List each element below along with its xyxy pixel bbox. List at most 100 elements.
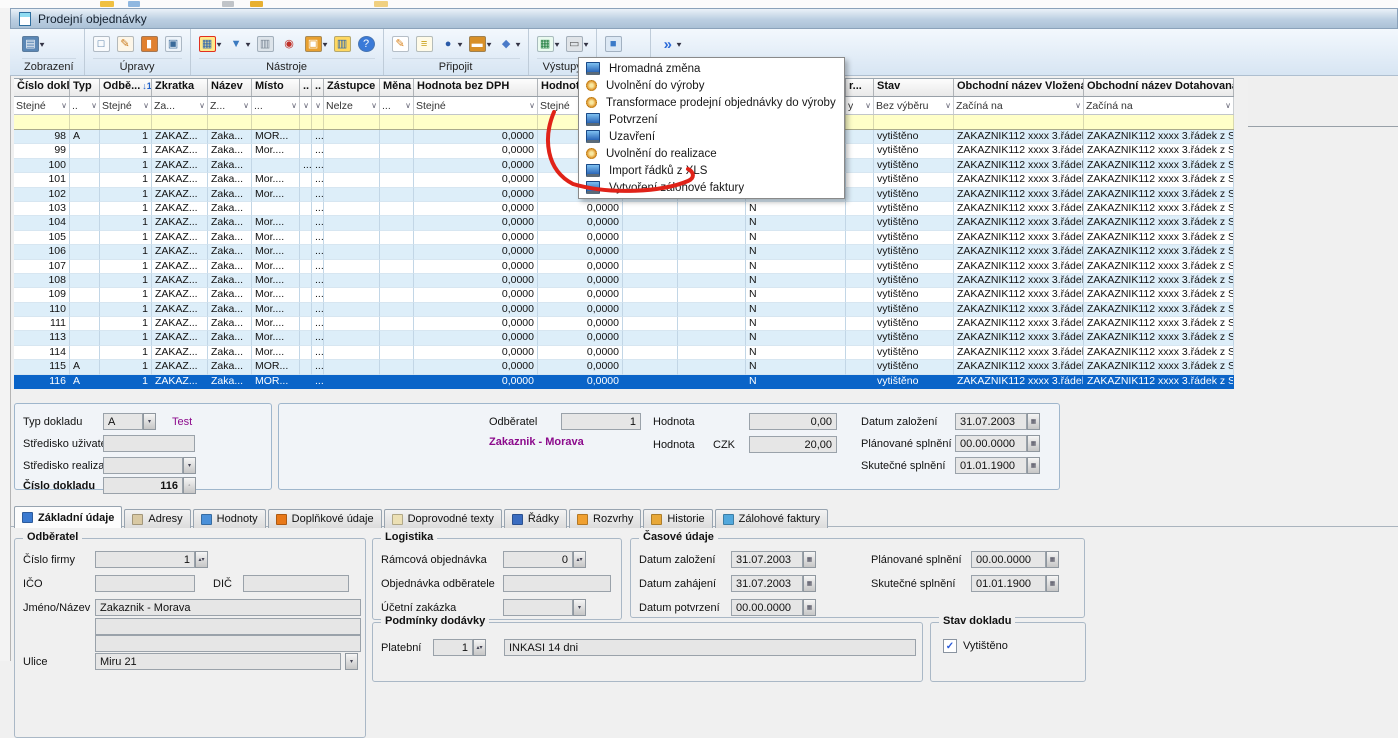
column-header[interactable]: .. (312, 79, 324, 96)
skutecne-splneni2-field[interactable]: 01.01.1900 (971, 575, 1046, 592)
quickfilter-cell[interactable] (324, 115, 380, 129)
quickfilter-cell[interactable] (846, 115, 874, 129)
datum-zahajeni-field[interactable]: 31.07.2003 (731, 575, 803, 592)
table-row[interactable]: 1101ZAKAZ...Zaka...Mor.......0,00000,000… (14, 303, 1234, 317)
dic-field[interactable] (243, 575, 349, 592)
planovane-splneni2-field[interactable]: 00.00.0000 (971, 551, 1046, 568)
custom-button[interactable]: ■ (605, 36, 622, 52)
column-filter-dropdown[interactable]: ...∨ (380, 97, 414, 114)
list-button[interactable]: ≡ (416, 36, 433, 52)
datum-zalozeni2-field[interactable]: 31.07.2003 (731, 551, 803, 568)
delete-document-button[interactable]: ▮ (141, 36, 158, 52)
calendar-button[interactable]: ▦ (1027, 435, 1040, 452)
column-header[interactable]: Typ (70, 79, 100, 96)
column-filter-dropdown[interactable]: ...∨ (252, 97, 300, 114)
quickfilter-cell[interactable] (14, 115, 70, 129)
globe-button[interactable]: ●▾ (440, 36, 462, 52)
stamp-button[interactable]: ◆▾ (498, 36, 520, 52)
quickfilter-cell[interactable] (300, 115, 312, 129)
settings-active-button[interactable]: ▦▾ (199, 36, 221, 52)
attach-button[interactable]: ▥ (257, 36, 274, 52)
package-button[interactable]: ▣▾ (305, 36, 327, 52)
calendar-button[interactable]: ▦ (1027, 413, 1040, 430)
column-filter-dropdown[interactable]: Z...∨ (208, 97, 252, 114)
quickfilter-cell[interactable] (414, 115, 538, 129)
stredisko-realizace-button[interactable]: ▾ (183, 457, 196, 474)
column-filter-dropdown[interactable]: Za...∨ (152, 97, 208, 114)
tab-doprovodn-texty[interactable]: Doprovodné texty (384, 509, 502, 528)
quickfilter-cell[interactable] (874, 115, 954, 129)
ucetni-zakazka-field[interactable] (503, 599, 573, 616)
column-header[interactable]: Zkratka (152, 79, 208, 96)
table-row[interactable]: 1131ZAKAZ...Zaka...Mor.......0,00000,000… (14, 331, 1234, 345)
edit-document-button[interactable]: ✎ (117, 36, 134, 52)
column-filter-dropdown[interactable]: Začíná na∨ (954, 97, 1084, 114)
menu-item-uzav-en[interactable]: Uzavření (579, 128, 844, 145)
menu-item-transformace-prodejn-objedn-vky-do-v-roby[interactable]: Transformace prodejní objednávky do výro… (579, 94, 844, 111)
stredisko-realizace-field[interactable] (103, 457, 183, 474)
column-filter-dropdown[interactable]: Stejné∨ (14, 97, 70, 114)
menu-item-uvoln-n-do-realizace[interactable]: Uvolnění do realizace (579, 145, 844, 162)
tab-rozvrhy[interactable]: Rozvrhy (569, 509, 641, 528)
column-header[interactable]: Hodnota bez DPH (414, 79, 538, 96)
menu-item-uvoln-n-do-v-roby[interactable]: Uvolnění do výroby (579, 77, 844, 94)
menu-item-import-dk-z-xls[interactable]: Import řádků z XLS (579, 162, 844, 179)
column-header[interactable]: .. (300, 79, 312, 96)
calendar-button[interactable]: ▦ (1046, 551, 1059, 568)
column-filter-dropdown[interactable]: Nelze∨ (324, 97, 380, 114)
column-filter-dropdown[interactable]: Začíná na∨ (1084, 97, 1234, 114)
quickfilter-cell[interactable] (252, 115, 300, 129)
quickfilter-cell[interactable] (152, 115, 208, 129)
table-row[interactable]: 1141ZAKAZ...Zaka...Mor.......0,00000,000… (14, 346, 1234, 360)
calendar-button[interactable]: ▦ (803, 575, 816, 592)
calendar-button[interactable]: ▦ (1027, 457, 1040, 474)
calendar-button[interactable]: ▦ (803, 599, 816, 616)
view-button[interactable]: ▤▾ (22, 36, 44, 52)
stredisko-uzivatele-field[interactable] (103, 435, 195, 452)
more-actions-button[interactable]: »▾ (659, 36, 681, 52)
ulice-field[interactable]: Miru 21 (95, 653, 341, 670)
print-button[interactable]: ▭▾ (566, 36, 588, 52)
table-row[interactable]: 1061ZAKAZ...Zaka...Mor.......0,00000,000… (14, 245, 1234, 259)
platebni-field[interactable]: 1 (433, 639, 473, 656)
tab-dky[interactable]: Řádky (504, 509, 567, 528)
column-filter-dropdown[interactable]: ∨ (312, 97, 324, 114)
column-header[interactable]: Název (208, 79, 252, 96)
menu-item-hromadn-zm-na[interactable]: Hromadná změna (579, 60, 844, 77)
lock-icon[interactable]: ◦ (183, 477, 196, 494)
tab-adresy[interactable]: Adresy (124, 509, 190, 528)
column-header[interactable]: Měna (380, 79, 414, 96)
ico-field[interactable] (95, 575, 195, 592)
cislo-dokladu-field[interactable]: 116 (103, 477, 183, 494)
filter-button[interactable]: ▼▾ (228, 36, 250, 52)
column-filter-dropdown[interactable]: y∨ (846, 97, 874, 114)
table-row[interactable]: 1031ZAKAZ...Zaka......0,00000,0000Nvytiš… (14, 202, 1234, 216)
note-button[interactable]: ✎ (392, 36, 409, 52)
datum-zalozeni-field[interactable]: 31.07.2003 (955, 413, 1027, 430)
table-row[interactable]: 1041ZAKAZ...Zaka...Mor.......0,00000,000… (14, 216, 1234, 230)
table-row[interactable]: 1111ZAKAZ...Zaka...Mor.......0,00000,000… (14, 317, 1234, 331)
validate-button[interactable]: ◉ (281, 36, 298, 52)
column-header[interactable]: Obchodní název Vložená (954, 79, 1084, 96)
tab-z-kladn-daje[interactable]: Základní údaje (14, 506, 122, 528)
menu-item-potvrzen[interactable]: Potvrzení (579, 111, 844, 128)
typ-dokladu-field[interactable]: A (103, 413, 143, 430)
column-filter-dropdown[interactable]: Stejné∨ (100, 97, 152, 114)
column-header[interactable]: Místo (252, 79, 300, 96)
tab-historie[interactable]: Historie (643, 509, 712, 528)
column-header[interactable]: Zástupce (324, 79, 380, 96)
ucetni-zakazka-button[interactable]: ▾ (573, 599, 586, 616)
planovane-splneni-field[interactable]: 00.00.0000 (955, 435, 1027, 452)
column-header[interactable]: Číslo dokladu (14, 79, 70, 96)
briefcase-button[interactable]: ▬▾ (469, 36, 491, 52)
ulice-button[interactable]: ▾ (345, 653, 358, 670)
ramcova-objednavka-field[interactable]: 0 (503, 551, 573, 568)
cislo-firmy-field[interactable]: 1 (95, 551, 195, 568)
calendar-button[interactable]: ▦ (1046, 575, 1059, 592)
tab-hodnoty[interactable]: Hodnoty (193, 509, 266, 528)
hodnota-czk-field[interactable]: 20,00 (749, 436, 837, 453)
tab-z-lohov-faktury[interactable]: Zálohové faktury (715, 509, 828, 528)
table-row[interactable]: 115A1ZAKAZ...Zaka...MOR......0,00000,000… (14, 360, 1234, 374)
column-header[interactable]: r... (846, 79, 874, 96)
quickfilter-cell[interactable] (70, 115, 100, 129)
